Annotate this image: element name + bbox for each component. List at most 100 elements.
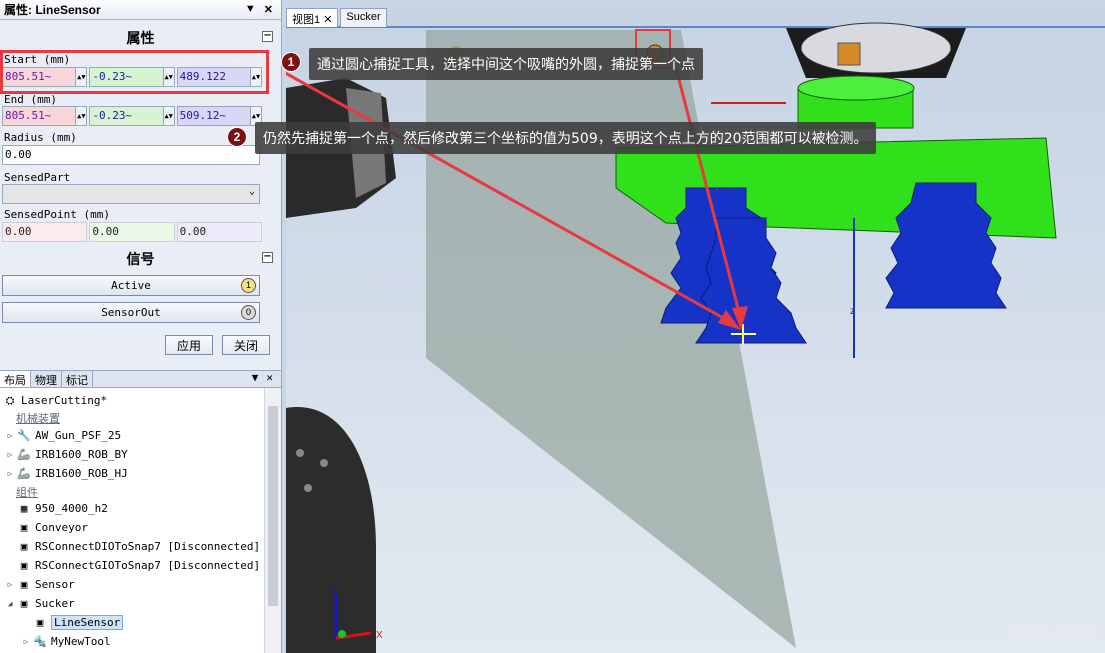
tab-layout[interactable]: 布局 [0,371,31,387]
collapse-icon[interactable]: − [262,31,273,42]
component-icon: ▣ [20,578,28,591]
section-properties-header[interactable]: 属性 − [0,28,281,47]
expand-icon[interactable]: ▷ [4,450,16,459]
close-icon[interactable]: ✕ [323,14,332,26]
tree-item-part-1[interactable]: ▣ Conveyor [16,518,88,537]
end-y-value[interactable]: -0.23~ [90,107,163,125]
tab-physics[interactable]: 物理 [31,371,62,387]
section-signals-title: 信号 [126,252,155,268]
close-button[interactable]: 关闭 [222,335,270,355]
spinner-icon[interactable]: ▲▼ [75,107,87,125]
component-icon: ▣ [20,597,28,610]
tree-item-label: RSConnectGIOToSnap7 [Disconnected] [35,559,261,572]
tree-item-part-4[interactable]: ▷ ▣ Sensor [4,575,75,594]
tree-item-label: Sensor [35,578,75,591]
section-signals-header[interactable]: 信号 − [0,249,281,268]
chevron-down-icon[interactable]: ⌄ [249,186,255,197]
robot-icon: 🦾 [17,467,31,480]
sensed-point-y: 0.00 [89,222,175,242]
layout-tabs: 布局 物理 标记 ▼ ✕ [0,370,281,388]
sensorout-signal-button[interactable]: SensorOut 0 [2,302,260,323]
sensorout-signal-label: SensorOut [101,306,161,319]
robot-icon: 🦾 [17,448,31,461]
dock-dropdown-icon[interactable]: ▼ [245,3,256,16]
callout-step-2: 仍然先捕捉第一个点，然后修改第三个坐标的值为509，表明这个点上方的20范围都可… [255,122,876,154]
expand-icon[interactable]: ▷ [4,580,16,589]
sensed-point-x: 0.00 [2,222,88,242]
end-label: End (mm) [4,93,57,106]
component-icon: ▣ [20,521,28,534]
sensed-part-label: SensedPart [4,171,71,184]
step-badge-2: 2 [227,127,247,147]
expand-icon[interactable]: ▷ [4,431,16,440]
active-signal-button[interactable]: Active 1 [2,275,260,296]
axis-z-label: Z [332,584,338,595]
tree-item-mech-0[interactable]: ▷ 🔧 AW_Gun_PSF_25 [4,426,122,445]
spinner-icon[interactable]: ▲▼ [162,107,174,125]
tree-item-mech-2[interactable]: ▷ 🦾 IRB1600_ROB_HJ [4,464,128,483]
tab-view1-label: 视图1 [292,14,321,26]
tab-tags[interactable]: 标记 [62,371,93,387]
sensed-point-x-value: 0.00 [3,223,87,241]
section-properties-title: 属性 [126,31,155,47]
tree-item-label: 950_4000_h2 [35,502,108,515]
viewport-tabs: 视图1 ✕ Sucker [286,8,389,27]
tree-item-part-6[interactable]: ▣ LineSensor [32,613,124,632]
tree-item-label: AW_Gun_PSF_25 [35,429,122,442]
tool-icon: 🔩 [33,635,47,648]
end-y-field[interactable]: -0.23~ ▲▼ [89,106,175,126]
dock-dropdown-icon[interactable]: ▼ [252,371,259,387]
axis-x-label: X [376,630,383,641]
tab-view1[interactable]: 视图1 ✕ [286,8,339,27]
apply-button[interactable]: 应用 [165,335,213,355]
tree-item-label: Conveyor [35,521,88,534]
watermark: CSDN @巨巨 [1008,628,1095,644]
step-badge-1: 1 [281,52,301,72]
signal-led-icon: 1 [241,278,256,293]
scrollbar-thumb[interactable] [268,406,278,606]
tree-scrollbar[interactable] [264,388,281,653]
tree-item-label: IRB1600_ROB_HJ [35,467,128,480]
robot-icon: 🔧 [17,429,31,442]
tree-item-part-5[interactable]: ◢ ▣ Sucker [4,594,75,613]
group-parts-label: 组件 [16,485,38,499]
3d-viewport[interactable]: z Z X [286,8,1105,653]
tree-item-part-7[interactable]: ▷ 🔩 MyNewTool [20,632,111,651]
sensed-part-select[interactable]: ⌄ [2,184,260,204]
sensor-icon: ▣ [36,616,44,629]
tree-item-part-0[interactable]: ▦ 950_4000_h2 [16,499,108,518]
close-icon[interactable]: ✕ [266,371,273,387]
tree-item-label: Sucker [35,597,75,610]
tree-item-label: IRB1600_ROB_BY [35,448,128,461]
radius-field[interactable]: 0.00 [2,145,260,165]
viewport-scene[interactable]: z Z X [286,8,1105,653]
tree-item-mech-1[interactable]: ▷ 🦾 IRB1600_ROB_BY [4,445,128,464]
group-mech-label: 机械装置 [16,411,60,425]
end-x-field[interactable]: 805.51~ ▲▼ [2,106,88,126]
tree-group-mechanisms[interactable]: 机械装置 [16,408,60,427]
expand-icon[interactable]: ▷ [20,637,32,646]
component-icon: ▣ [20,559,28,572]
tree-item-part-2[interactable]: ▣ RSConnectDIOToSnap7 [Disconnected] [16,537,260,556]
tree-item-part-3[interactable]: ▣ RSConnectGIOToSnap7 [Disconnected] [16,556,260,575]
tab-sucker[interactable]: Sucker [340,8,387,27]
collapse-tree-icon[interactable]: ◢ [4,599,16,608]
station-label: LaserCutting* [21,394,108,407]
radius-label: Radius (mm) [4,131,77,144]
sensed-point-coords: 0.00 0.00 0.00 [2,222,262,242]
sensed-point-y-value: 0.00 [90,223,174,241]
end-z-field[interactable]: 509.12~ ▲▼ [176,106,262,126]
properties-panel-title: 属性: LineSensor ▼ ✕ [0,0,281,20]
layout-tree: ⛭ LaserCutting* 机械装置 ▷ 🔧 AW_Gun_PSF_25 ▷ 🦾 IR… [0,388,264,653]
active-signal-label: Active [111,279,151,292]
close-icon[interactable]: ✕ [264,3,273,16]
collapse-icon[interactable]: − [262,252,273,263]
expand-icon[interactable]: ▷ [4,469,16,478]
end-z-value[interactable]: 509.12~ [177,107,250,125]
end-x-value[interactable]: 805.51~ [3,107,76,125]
sensed-point-z-value: 0.00 [177,223,261,241]
start-highlight-box [0,50,269,94]
tree-item-label-selected: LineSensor [51,615,124,630]
left-dock: 属性: LineSensor ▼ ✕ 属性 − Start (mm) 805.5… [0,0,282,653]
tool-flange-disk [800,22,952,74]
